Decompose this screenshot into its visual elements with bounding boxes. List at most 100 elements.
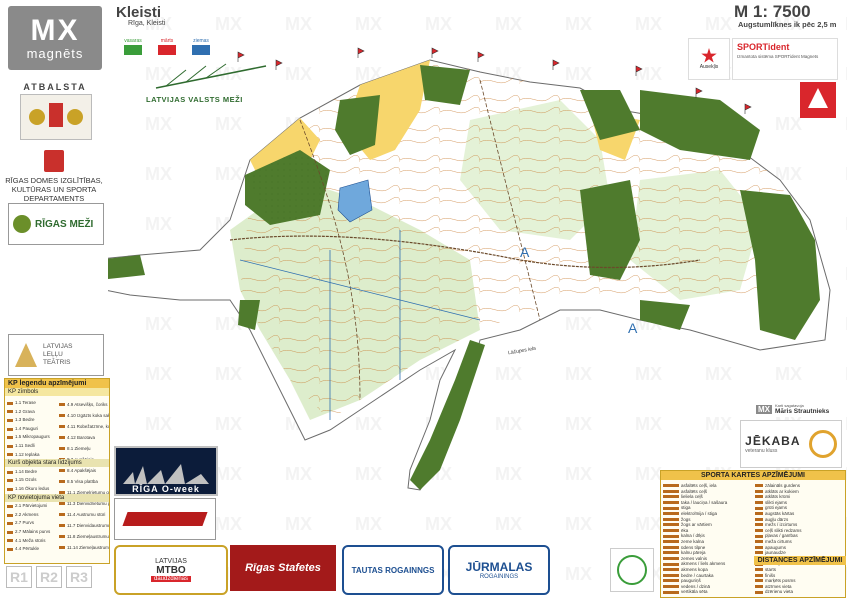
- map-title: Kleisti: [116, 4, 162, 21]
- legend-entry: 2.2 Akmens: [7, 511, 57, 520]
- legend-symbol-icon: [7, 418, 13, 422]
- legend-entry: 1.3 Bedre: [7, 416, 57, 425]
- legend-entry-label: 4.1 Meža stūris: [15, 537, 46, 543]
- map-symbol-legend: SPORTA KARTES APZĪMĒJUMI asfaltēts ceļš,…: [660, 470, 846, 598]
- legend-symbol-icon: [7, 504, 13, 508]
- legend-entry: 1.1 Terase: [7, 399, 57, 408]
- legend-symbol-icon: [755, 551, 763, 555]
- riga-oweek-logo: RĪGA O-week: [114, 446, 218, 496]
- legend-entry: 2.7 Purvs: [7, 519, 57, 528]
- legend-entry-label: 8.5 Visa platība: [67, 479, 98, 484]
- legend-entry-label: 2.1 Pārvietojumi: [15, 503, 48, 509]
- legend-symbol-icon: [755, 489, 763, 493]
- legend-entry-label: 2.7 Purvs: [15, 520, 35, 526]
- legend-symbol-icon: [663, 489, 679, 493]
- legend-symbol-icon: [663, 562, 679, 566]
- green-square-icon: [124, 45, 142, 55]
- brand-marts: mārts: [152, 38, 182, 56]
- legend-entry-label: 1.16 Ōkuro ledus: [15, 485, 50, 491]
- legend-symbol-icon: [7, 487, 13, 491]
- legend-entry-label: 4.12 Barotava: [67, 435, 96, 440]
- legend-symbol-icon: [59, 535, 65, 538]
- legend-entry: 1.16 Ōkuro ledus: [7, 485, 57, 494]
- legend-entry: 4.9 Atsevišķs, čoriks koks: [59, 399, 109, 410]
- legend-symbol-icon: [7, 453, 13, 457]
- legend-entry-label: 11.4 Austrumu stūri: [67, 512, 106, 517]
- theatre-icon: [15, 343, 37, 367]
- legend-entry: 8.5 Visa platība: [59, 476, 109, 487]
- control-legend: KP legendu apzīmējumi KP zīmbols 1.1 Ter…: [4, 378, 110, 564]
- legend-entry: 1.2 Grava: [7, 408, 57, 417]
- magnets-brands: vasaras mārts ziemas: [118, 38, 216, 56]
- legend-symbol-icon: [755, 484, 763, 488]
- legend-subtitle: KP novietojuma vieta: [5, 494, 109, 502]
- legend-entry-label: 8.1 Ziemeļu: [67, 446, 91, 451]
- lvm-logo: LATVIJAS VALSTS MEŽI: [146, 60, 270, 110]
- map-credits: MX Karti sagatavoja Māris Strautnieks: [756, 403, 830, 415]
- legend-symbol-icon: [663, 540, 679, 544]
- legend-entry: 4.12 Barotava: [59, 432, 109, 443]
- legend-entry: 2.1 Pārvietojumi: [7, 502, 57, 511]
- legend-entry-label: vertikāla sēta: [681, 589, 708, 595]
- legend-symbol-icon: [755, 573, 763, 577]
- legend-entry-label: 1.11 Sedli: [15, 442, 35, 448]
- legend-symbol-icon: [663, 529, 679, 533]
- map-scale: M 1: 7500: [734, 2, 811, 21]
- tree-icon: [155, 63, 267, 89]
- legend-symbol-icon: [663, 501, 679, 505]
- rigas-mezi-logo: RĪGAS MEŽI: [8, 203, 104, 245]
- legend-entry: 11.7 Dienvidaustrumu gals: [59, 520, 109, 531]
- legend-symbol-icon: [663, 517, 679, 521]
- circle-icon: [808, 430, 837, 458]
- red-square-icon: [158, 45, 176, 55]
- map-label-a: A: [628, 320, 638, 336]
- legend-entry-label: 1.2 Grava: [15, 408, 35, 414]
- contour-interval: Augstumlīknes ik pēc 2,5 m: [738, 20, 837, 29]
- legend-entry: 4.11 Robežatzīme, kupica: [59, 421, 109, 432]
- circle-icon: [617, 555, 647, 585]
- brand-vasaras: vasaras: [118, 38, 148, 56]
- legend-entry-label: 1.1 Terase: [15, 400, 36, 405]
- legend-symbol-icon: [7, 470, 13, 474]
- brand-ziemas: ziemas: [186, 38, 216, 56]
- round-r3: R3: [66, 566, 92, 588]
- legend-entry: vertikāla sēta: [663, 589, 751, 595]
- round-r1: R1: [6, 566, 32, 588]
- legend-symbol-icon: [7, 539, 13, 543]
- coat-of-arms-icon: [29, 103, 83, 127]
- legend-entry: 8.1 Ziemeļu: [59, 443, 109, 454]
- legend-entry-label: dzērienu vieta: [765, 589, 794, 595]
- legend-entry-label: 4.4 Pērtukle: [15, 546, 40, 552]
- legend-entry: 4.1 Meža stūris: [7, 537, 57, 546]
- legend-symbol-icon: [59, 513, 65, 516]
- legend-entry: 2.7 Mālains purvs: [7, 528, 57, 537]
- map-legend-left: asfaltēts ceļš, iela asfaltēts ceļš lielie…: [663, 483, 751, 595]
- department-label: RĪGAS DOMES IZGLĪTĪBAS, KULTŪRAS UN SPOR…: [5, 176, 103, 203]
- distances-title: DISTANCES APZĪMĒJUMI: [754, 556, 846, 565]
- legend-symbol-icon: [663, 523, 679, 527]
- legend-symbol-icon: [7, 444, 13, 448]
- mx-small-logo-icon: MX: [756, 404, 772, 414]
- legend-symbol-icon: [7, 530, 13, 534]
- latvian-mtbo-logo: LATVIJAS MTBO daudzdienas: [114, 545, 228, 595]
- magnets-logo: MX magnēts: [8, 6, 102, 70]
- legend-entry: 1.11 Sedli: [7, 442, 57, 451]
- legend-entry-label: 1.3 Bedre: [15, 417, 35, 423]
- legend-entry-label: 1.15 Ozols: [15, 477, 37, 483]
- legend-symbol-icon: [7, 513, 13, 517]
- legend-symbol-icon: [7, 410, 13, 414]
- atbalsta-label: ATBALSTA: [23, 82, 87, 92]
- map-legend-right: zālaināls gurdens atklāts ar kokiem atklāt…: [755, 483, 843, 595]
- legend-symbol-icon: [7, 427, 13, 431]
- legend-column-1: 1.1 Terase 1.2 Grava 1.3 Bedre 1.4 Pauguri 1…: [7, 399, 57, 554]
- legend-symbol-icon: [755, 523, 763, 527]
- brush-stroke-icon: [122, 512, 208, 526]
- tautas-rogainings-logo: TAUTAS ROGAINNGS: [342, 545, 444, 595]
- legend-entry-label: 2.2 Akmens: [15, 511, 39, 517]
- legend-symbol-icon: [755, 590, 763, 594]
- legend-symbol-icon: [755, 506, 763, 510]
- round-r2: R2: [36, 566, 62, 588]
- legend-entry-label: 4.10 Izgāzts koka sakne: [67, 413, 109, 418]
- legend-entry-label: 1.14 Bedre: [15, 468, 38, 474]
- legend-symbol-icon: [7, 401, 13, 405]
